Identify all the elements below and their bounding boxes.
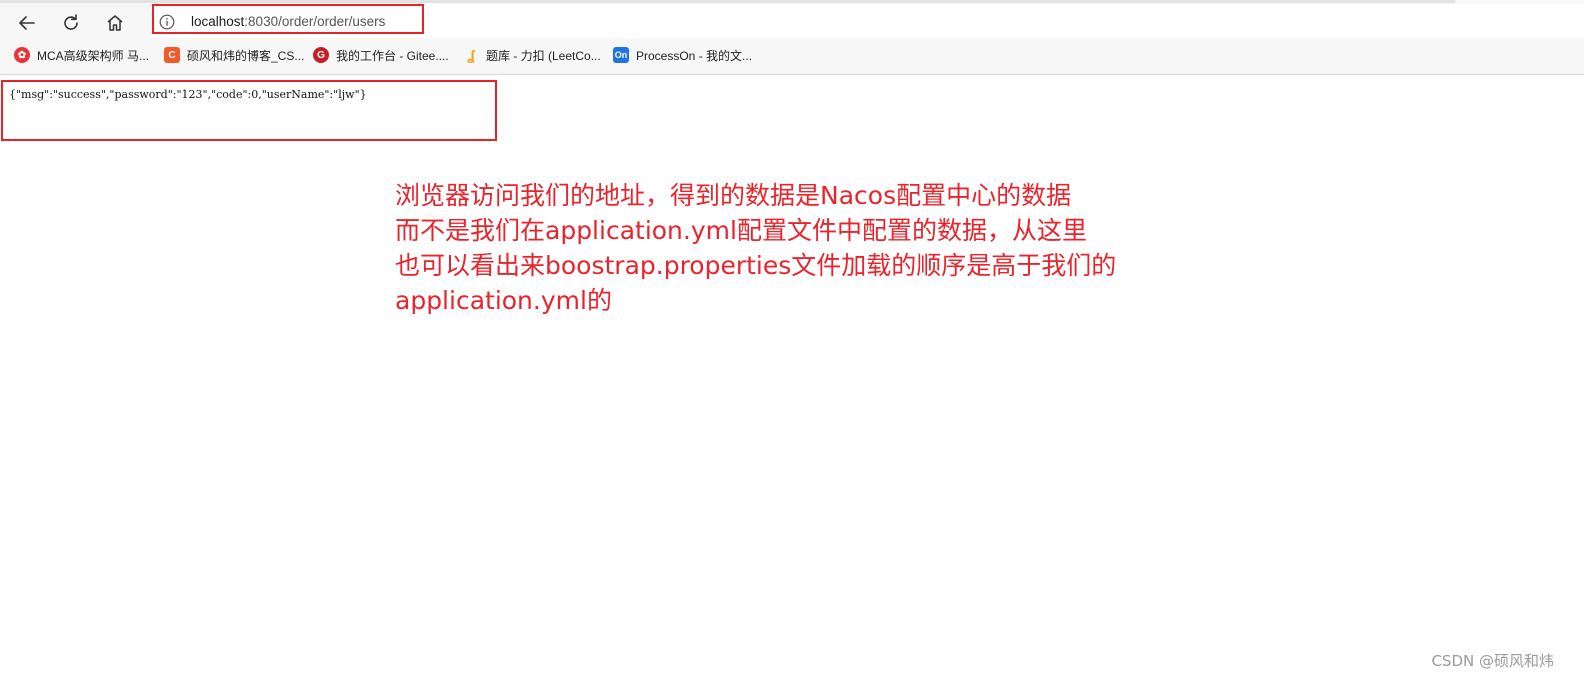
tab-strip-edge: [0, 0, 1455, 3]
leetcode-favicon-icon: ʆ: [467, 47, 475, 63]
url-host: localhost: [191, 14, 245, 29]
bookmark-label: ProcessOn - 我的文...: [636, 48, 753, 63]
annotation-line: application.yml的: [395, 286, 612, 315]
csdn-favicon-icon: C: [164, 47, 180, 63]
mca-favicon-icon: ✿: [14, 47, 30, 63]
bookmark-gitee[interactable]: G 我的工作台 - Gitee....: [313, 43, 449, 67]
back-arrow-icon: [19, 16, 35, 30]
bookmark-csdn[interactable]: C 硕风和炜的博客_CS...: [164, 43, 304, 67]
bookmark-label: 我的工作台 - Gitee....: [336, 48, 449, 63]
url-path: :8030/order/order/users: [244, 14, 386, 29]
annotation-line: 浏览器访问我们的地址，得到的数据是Nacos配置中心的数据: [395, 181, 1072, 210]
url-text[interactable]: localhost:8030/order/order/users: [191, 14, 385, 29]
processon-favicon-icon: On: [613, 47, 629, 63]
home-button[interactable]: [101, 9, 129, 37]
gitee-favicon-icon: G: [313, 47, 329, 63]
bookmark-processon[interactable]: On ProcessOn - 我的文...: [613, 43, 752, 67]
bookmark-label: 硕风和炜的博客_CS...: [187, 48, 305, 63]
bookmark-label: MCA高级架构师 马...: [37, 48, 150, 63]
annotation-line: 而不是我们在application.yml配置文件中配置的数据，从这里: [395, 216, 1087, 245]
bookmark-label: 题库 - 力扣 (LeetCo...: [486, 48, 601, 63]
home-icon: [107, 15, 123, 31]
watermark: CSDN @硕风和炜: [1431, 652, 1554, 670]
browser-toolbar: localhost:8030/order/order/users ✿ MCA高级…: [0, 0, 1584, 75]
reload-button[interactable]: [57, 9, 85, 37]
bookmarks-bar: ✿ MCA高级架构师 马... C 硕风和炜的博客_CS... G 我的工作台 …: [0, 43, 1584, 67]
annotation-note: 浏览器访问我们的地址，得到的数据是Nacos配置中心的数据 而不是我们在appl…: [395, 178, 1175, 318]
json-response-text: {"msg":"success","password":"123","code"…: [9, 88, 367, 101]
annotation-line: 也可以看出来boostrap.properties文件加载的顺序是高于我们的: [395, 251, 1117, 280]
reload-icon: [64, 14, 78, 30]
site-info-icon[interactable]: [159, 14, 175, 30]
bookmark-leetcode[interactable]: ʆ 题库 - 力扣 (LeetCo...: [463, 43, 601, 67]
back-button[interactable]: [13, 9, 41, 37]
bookmark-mca[interactable]: ✿ MCA高级架构师 马...: [14, 43, 149, 67]
